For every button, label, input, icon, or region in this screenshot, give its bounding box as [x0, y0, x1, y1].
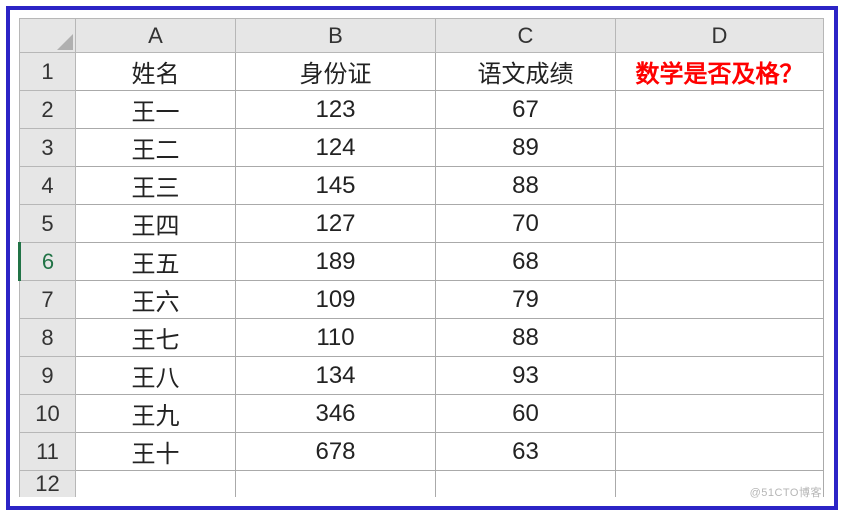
- table-row: 2王一12367: [20, 91, 824, 129]
- row-header[interactable]: 7: [20, 281, 76, 319]
- cell[interactable]: 王七: [76, 319, 236, 357]
- cell[interactable]: 93: [436, 357, 616, 395]
- cell[interactable]: [616, 167, 824, 205]
- cell[interactable]: 134: [236, 357, 436, 395]
- cell[interactable]: [76, 471, 236, 498]
- row-header[interactable]: 12: [20, 471, 76, 498]
- cell[interactable]: 145: [236, 167, 436, 205]
- cell[interactable]: 身份证: [236, 53, 436, 91]
- cell[interactable]: [236, 471, 436, 498]
- table-row: 10王九34660: [20, 395, 824, 433]
- row-header[interactable]: 11: [20, 433, 76, 471]
- cell[interactable]: 678: [236, 433, 436, 471]
- col-header-B[interactable]: B: [236, 19, 436, 53]
- cell[interactable]: 189: [236, 243, 436, 281]
- cell[interactable]: 346: [236, 395, 436, 433]
- row-header[interactable]: 5: [20, 205, 76, 243]
- spreadsheet-frame: A B C D 1 姓名 身份证 语文成绩 数学是否及格？ 2王一123673王…: [6, 6, 838, 510]
- cell[interactable]: 89: [436, 129, 616, 167]
- row-header[interactable]: 9: [20, 357, 76, 395]
- cell[interactable]: 姓名: [76, 53, 236, 91]
- table-row: 9王八13493: [20, 357, 824, 395]
- cell[interactable]: 数学是否及格？: [616, 53, 824, 91]
- table-row: 1 姓名 身份证 语文成绩 数学是否及格？: [20, 53, 824, 91]
- table-row: 12: [20, 471, 824, 498]
- cell[interactable]: 王三: [76, 167, 236, 205]
- cell[interactable]: 王九: [76, 395, 236, 433]
- spreadsheet-grid: A B C D 1 姓名 身份证 语文成绩 数学是否及格？ 2王一123673王…: [18, 18, 824, 497]
- cell[interactable]: 88: [436, 167, 616, 205]
- select-all-triangle-icon: [57, 34, 73, 50]
- cell[interactable]: 70: [436, 205, 616, 243]
- row-header[interactable]: 6: [20, 243, 76, 281]
- select-all-corner[interactable]: [20, 19, 76, 53]
- cell[interactable]: [616, 433, 824, 471]
- table-row: 11王十67863: [20, 433, 824, 471]
- cell[interactable]: [616, 205, 824, 243]
- cell[interactable]: 88: [436, 319, 616, 357]
- row-header[interactable]: 3: [20, 129, 76, 167]
- cell[interactable]: 124: [236, 129, 436, 167]
- table-row: 8王七11088: [20, 319, 824, 357]
- cell[interactable]: [616, 91, 824, 129]
- cell[interactable]: 60: [436, 395, 616, 433]
- cell[interactable]: 王八: [76, 357, 236, 395]
- cell[interactable]: [616, 281, 824, 319]
- table-row: 3王二12489: [20, 129, 824, 167]
- cell[interactable]: 127: [236, 205, 436, 243]
- cell[interactable]: [616, 243, 824, 281]
- cell[interactable]: 王四: [76, 205, 236, 243]
- cell[interactable]: 109: [236, 281, 436, 319]
- row-header[interactable]: 2: [20, 91, 76, 129]
- cell[interactable]: [616, 319, 824, 357]
- cell[interactable]: 68: [436, 243, 616, 281]
- col-header-A[interactable]: A: [76, 19, 236, 53]
- cell[interactable]: 67: [436, 91, 616, 129]
- cell[interactable]: 王六: [76, 281, 236, 319]
- row-header[interactable]: 8: [20, 319, 76, 357]
- cell[interactable]: [616, 395, 824, 433]
- table-row: 5王四12770: [20, 205, 824, 243]
- column-header-row: A B C D: [20, 19, 824, 53]
- cell[interactable]: 63: [436, 433, 616, 471]
- cell[interactable]: 王一: [76, 91, 236, 129]
- cell[interactable]: 王二: [76, 129, 236, 167]
- row-header[interactable]: 1: [20, 53, 76, 91]
- cell[interactable]: 123: [236, 91, 436, 129]
- watermark-text: @51CTO博客: [750, 484, 822, 500]
- cell[interactable]: [616, 357, 824, 395]
- row-header[interactable]: 10: [20, 395, 76, 433]
- row-header[interactable]: 4: [20, 167, 76, 205]
- col-header-D[interactable]: D: [616, 19, 824, 53]
- col-header-C[interactable]: C: [436, 19, 616, 53]
- cell[interactable]: 110: [236, 319, 436, 357]
- cell[interactable]: 王五: [76, 243, 236, 281]
- table-row: 6王五18968: [20, 243, 824, 281]
- spreadsheet-body: 1 姓名 身份证 语文成绩 数学是否及格？ 2王一123673王二124894王…: [20, 53, 824, 498]
- table-row: 4王三14588: [20, 167, 824, 205]
- cell[interactable]: 语文成绩: [436, 53, 616, 91]
- cell[interactable]: 王十: [76, 433, 236, 471]
- cell[interactable]: [616, 129, 824, 167]
- table-row: 7王六10979: [20, 281, 824, 319]
- cell[interactable]: 79: [436, 281, 616, 319]
- cell[interactable]: [436, 471, 616, 498]
